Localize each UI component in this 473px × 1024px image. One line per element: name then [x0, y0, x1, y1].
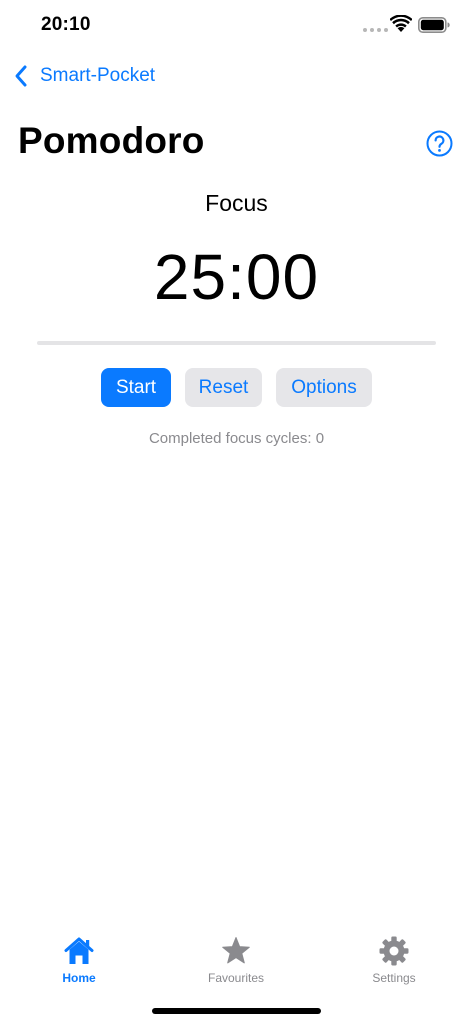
timer-display: 25:00	[153, 241, 320, 313]
tab-home-label: Home	[62, 971, 96, 985]
signal-dots-icon	[363, 28, 388, 32]
star-icon	[222, 937, 250, 964]
chevron-left-icon	[15, 65, 27, 87]
status-bar: 20:10	[0, 0, 473, 52]
wifi-icon	[390, 15, 412, 32]
page-title: Pomodoro	[18, 120, 205, 161]
tab-favourites[interactable]: Favourites	[181, 926, 291, 992]
tab-bar: Home Favourites Settings	[0, 926, 473, 996]
tab-favourites-label: Favourites	[207, 971, 265, 985]
battery-icon	[418, 17, 450, 33]
reset-button[interactable]: Reset	[185, 368, 262, 407]
status-time: 20:10	[41, 14, 91, 35]
tab-settings[interactable]: Settings	[339, 926, 449, 992]
house-icon	[64, 937, 94, 964]
start-button[interactable]: Start	[101, 368, 171, 407]
timer-mode-label: Focus	[205, 190, 268, 216]
completed-cycles-text: Completed focus cycles: 0	[148, 430, 325, 447]
tab-home[interactable]: Home	[24, 926, 134, 992]
back-label: Smart-Pocket	[40, 65, 156, 86]
tab-settings-label: Settings	[372, 971, 416, 985]
home-indicator	[152, 1008, 321, 1014]
timer-progress-bar	[37, 341, 436, 345]
back-button[interactable]: Smart-Pocket	[12, 60, 155, 92]
question-circle-icon[interactable]	[426, 130, 453, 157]
gear-icon	[379, 936, 409, 966]
app-screen: 20:10 Smart-Pocket Pomodoro Focus 25:00	[0, 0, 473, 1024]
options-button[interactable]: Options	[276, 368, 372, 407]
